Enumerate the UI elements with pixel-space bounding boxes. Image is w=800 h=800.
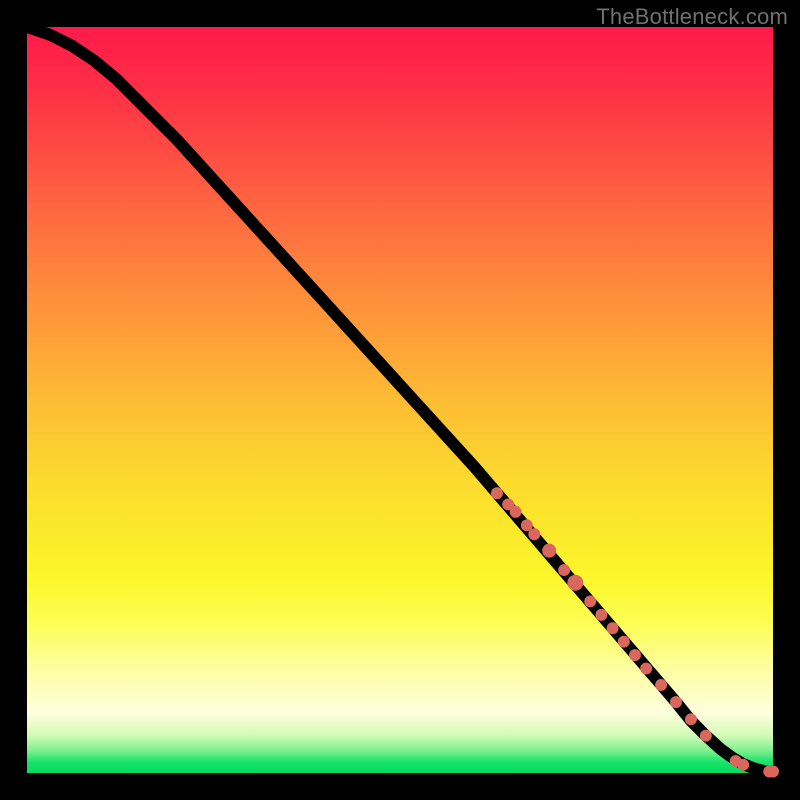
plot-area — [27, 27, 773, 773]
data-marker — [567, 575, 583, 591]
chart-svg — [27, 27, 773, 773]
data-marker — [491, 487, 503, 499]
data-marker — [528, 528, 540, 540]
data-marker — [595, 609, 607, 621]
data-marker — [685, 713, 697, 725]
marker-group — [491, 487, 779, 777]
data-marker — [542, 544, 556, 558]
data-marker — [584, 595, 596, 607]
data-marker — [510, 506, 522, 518]
data-marker — [629, 649, 641, 661]
data-marker — [670, 696, 682, 708]
watermark-text: TheBottleneck.com — [596, 4, 788, 30]
figure-frame: TheBottleneck.com — [0, 0, 800, 800]
data-marker — [737, 759, 749, 771]
data-marker — [618, 636, 630, 648]
data-marker — [640, 663, 652, 675]
data-marker — [607, 622, 619, 634]
bottleneck-curve-line — [27, 27, 773, 772]
data-marker — [700, 730, 712, 742]
data-marker — [767, 766, 779, 778]
data-marker — [558, 564, 570, 576]
data-marker — [655, 679, 667, 691]
